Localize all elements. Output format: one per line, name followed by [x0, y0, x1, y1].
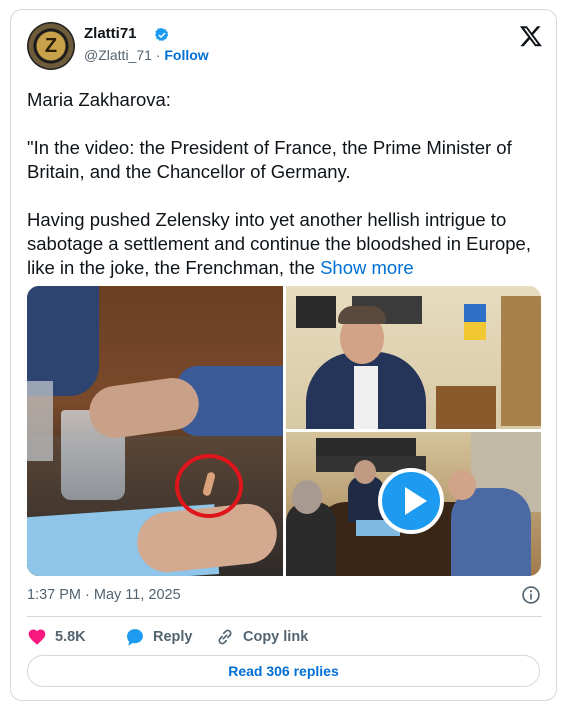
show-more-link[interactable]: Show more [320, 257, 414, 278]
media-grid [27, 286, 541, 576]
like-count: 5.8K [55, 629, 86, 645]
tweet-timestamp[interactable]: 1:37 PM · May 11, 2025 [27, 587, 181, 603]
tweet-line-1: Maria Zakharova: [27, 89, 171, 110]
media-image-portrait[interactable] [286, 286, 541, 429]
x-logo-icon[interactable] [519, 24, 543, 48]
handle-row: @Zlatti_71 · Follow [84, 47, 209, 63]
reply-bubble-icon [127, 629, 143, 646]
link-icon [218, 629, 232, 645]
author-handle[interactable]: @Zlatti_71 [84, 47, 152, 63]
media-image-closeup[interactable] [27, 286, 283, 576]
reply-label: Reply [153, 629, 193, 645]
tweet-paragraph-3-text: Having pushed Zelensky into yet another … [27, 209, 531, 278]
red-circle-highlight [175, 454, 243, 518]
author-name[interactable]: Zlatti71 [84, 25, 137, 42]
read-replies-button[interactable]: Read 306 replies [27, 655, 540, 687]
reply-button[interactable]: Reply [125, 625, 193, 649]
tweet-text: Maria Zakharova: "In the video: the Pres… [27, 88, 542, 280]
heart-icon [28, 629, 46, 645]
tweet-header: Z Zlatti71 @Zlatti_71 · Follow [27, 22, 543, 70]
verified-badge-icon [155, 28, 169, 41]
info-icon[interactable] [521, 585, 541, 605]
follow-button[interactable]: Follow [164, 47, 208, 63]
media-video-thumbnail[interactable] [286, 432, 541, 576]
avatar[interactable]: Z [27, 22, 75, 70]
copy-link-button[interactable]: Copy link [215, 625, 308, 649]
avatar-letter: Z [44, 35, 58, 57]
tweet-card: Z Zlatti71 @Zlatti_71 · Follow Maria Zak… [10, 9, 557, 701]
play-icon[interactable] [378, 468, 444, 534]
tweet-paragraph-2: "In the video: the President of France, … [27, 137, 512, 182]
like-button[interactable]: 5.8K [27, 625, 86, 649]
copy-link-label: Copy link [243, 629, 309, 645]
separator-dot: · [155, 47, 161, 63]
action-bar: 5.8K Reply Copy link [27, 625, 542, 649]
tweet-paragraph-3: Having pushed Zelensky into yet another … [27, 208, 542, 280]
divider [27, 616, 542, 617]
